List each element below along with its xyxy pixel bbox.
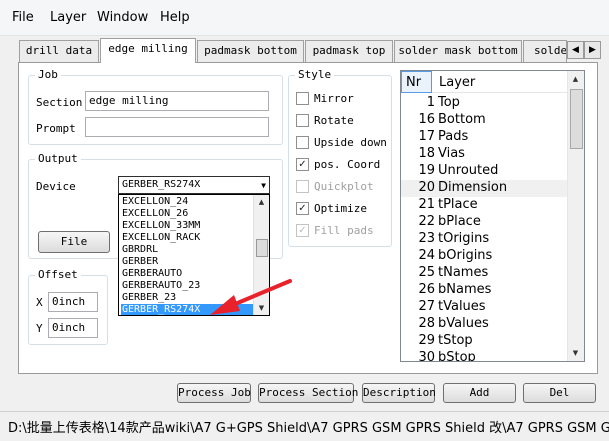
rotate-label: Rotate	[314, 114, 354, 127]
section-input[interactable]: edge milling	[85, 91, 269, 111]
dropdown-item[interactable]: EXCELLON_RACK	[121, 232, 253, 244]
scroll-up-icon[interactable]: ▲	[568, 72, 583, 86]
fill-pads-label: Fill pads	[314, 224, 374, 237]
output-group-title: Output	[35, 152, 81, 165]
dropdown-item[interactable]: EXCELLON_26	[121, 208, 253, 220]
dropdown-scroll-thumb[interactable]	[256, 239, 268, 257]
status-bar-path: D:\批量上传表格\14款产品wiki\A7 G+GPS Shield\A7 G…	[0, 411, 609, 439]
offset-y-label: Y	[36, 322, 43, 335]
tab-scroll-buttons: ◀ ▶	[567, 41, 601, 59]
layer-list-header: Nr Layer	[401, 71, 569, 93]
list-item[interactable]: 28 bValues	[401, 316, 569, 333]
check-icon: ✓	[296, 224, 309, 237]
list-item[interactable]: 22 bPlace	[401, 214, 569, 231]
tab-drill-data[interactable]: drill data	[19, 40, 99, 62]
list-item[interactable]: 30 bStop	[401, 350, 569, 361]
dropdown-item[interactable]: EXCELLON_24	[121, 196, 253, 208]
job-group-title: Job	[35, 68, 61, 81]
tab-padmask-top[interactable]: padmask top	[305, 40, 393, 62]
menu-window[interactable]: Window	[97, 10, 148, 25]
tab-scroll-right-icon[interactable]: ▶	[584, 41, 601, 59]
prompt-label: Prompt	[36, 122, 76, 135]
list-item[interactable]: 18 Vias	[401, 146, 569, 163]
tab-solder-truncated[interactable]: solde	[523, 40, 567, 62]
upside-down-checkbox[interactable]	[296, 136, 309, 149]
annotation-arrow-icon	[210, 279, 292, 315]
menu-file[interactable]: File	[12, 10, 34, 25]
device-combobox-value: GERBER_RS274X	[122, 179, 201, 190]
device-combobox[interactable]: GERBER_RS274X ▼	[118, 176, 270, 194]
style-group-title: Style	[295, 68, 335, 81]
process-section-button[interactable]: Process Section	[258, 383, 358, 403]
dropdown-item[interactable]: GBRDRL	[121, 244, 253, 256]
offset-group-title: Offset	[35, 268, 81, 281]
device-label: Device	[36, 180, 76, 193]
optimize-label: Optimize	[314, 202, 367, 215]
list-item[interactable]: 1 Top	[401, 95, 569, 112]
layer-list[interactable]: Nr Layer 1 Top 16 Bottom 17 Pads 18 Vias 19 U…	[400, 70, 585, 362]
list-item[interactable]: 21 tPlace	[401, 197, 569, 214]
dropdown-item[interactable]: GERBER	[121, 256, 253, 268]
tab-scroll-left-icon[interactable]: ◀	[567, 41, 584, 59]
tab-padmask-bottom[interactable]: padmask bottom	[197, 40, 304, 62]
prompt-input[interactable]	[85, 117, 269, 137]
mirror-checkbox[interactable]	[296, 92, 309, 105]
list-item[interactable]: 17 Pads	[401, 129, 569, 146]
description-button[interactable]: Description	[362, 383, 436, 403]
list-item[interactable]: 23 tOrigins	[401, 231, 569, 248]
layer-list-scrollbar[interactable]: ▲ ▼	[567, 71, 584, 361]
list-item[interactable]: 25 tNames	[401, 265, 569, 282]
list-item[interactable]: 27 tValues	[401, 299, 569, 316]
pos-coord-label: pos. Coord	[314, 158, 381, 171]
list-item[interactable]: 16 Bottom	[401, 112, 569, 129]
check-icon[interactable]: ✓	[296, 158, 309, 171]
mirror-label: Mirror	[314, 92, 354, 105]
layer-list-scroll-thumb[interactable]	[570, 89, 583, 149]
tab-edge-milling[interactable]: edge milling	[100, 38, 196, 63]
offset-x-input[interactable]: 0inch	[48, 292, 98, 312]
list-item[interactable]: 26 bNames	[401, 282, 569, 299]
chevron-down-icon[interactable]: ▼	[261, 181, 266, 190]
tab-solder-mask-bottom[interactable]: solder mask bottom	[394, 40, 522, 62]
del-button[interactable]: Del	[523, 383, 596, 403]
list-item[interactable]: 19 Unrouted	[401, 163, 569, 180]
dropdown-item[interactable]: EXCELLON_33MM	[121, 220, 253, 232]
list-item[interactable]: 29 tStop	[401, 333, 569, 350]
section-label: Section	[36, 96, 83, 109]
column-header-layer[interactable]: Layer	[439, 75, 475, 90]
column-header-nr[interactable]: Nr	[401, 71, 432, 93]
offset-x-label: X	[36, 296, 43, 309]
upside-down-label: Upside down	[314, 136, 387, 149]
offset-y-input[interactable]: 0inch	[48, 318, 98, 338]
file-button[interactable]: File	[38, 231, 110, 253]
add-button[interactable]: Add	[443, 383, 516, 403]
menu-layer[interactable]: Layer	[50, 10, 86, 25]
list-item-highlighted[interactable]: 20 Dimension	[401, 180, 569, 197]
menu-help[interactable]: Help	[160, 10, 190, 25]
scroll-up-icon[interactable]: ▲	[254, 195, 269, 209]
rotate-checkbox[interactable]	[296, 114, 309, 127]
quickplot-checkbox	[296, 180, 309, 193]
quickplot-label: Quickplot	[314, 180, 374, 193]
menu-bar: File Layer Window Help	[0, 0, 609, 36]
scroll-down-icon[interactable]: ▼	[568, 346, 583, 360]
check-icon[interactable]: ✓	[296, 202, 309, 215]
list-item[interactable]: 24 bOrigins	[401, 248, 569, 265]
process-job-button[interactable]: Process Job	[177, 383, 251, 403]
